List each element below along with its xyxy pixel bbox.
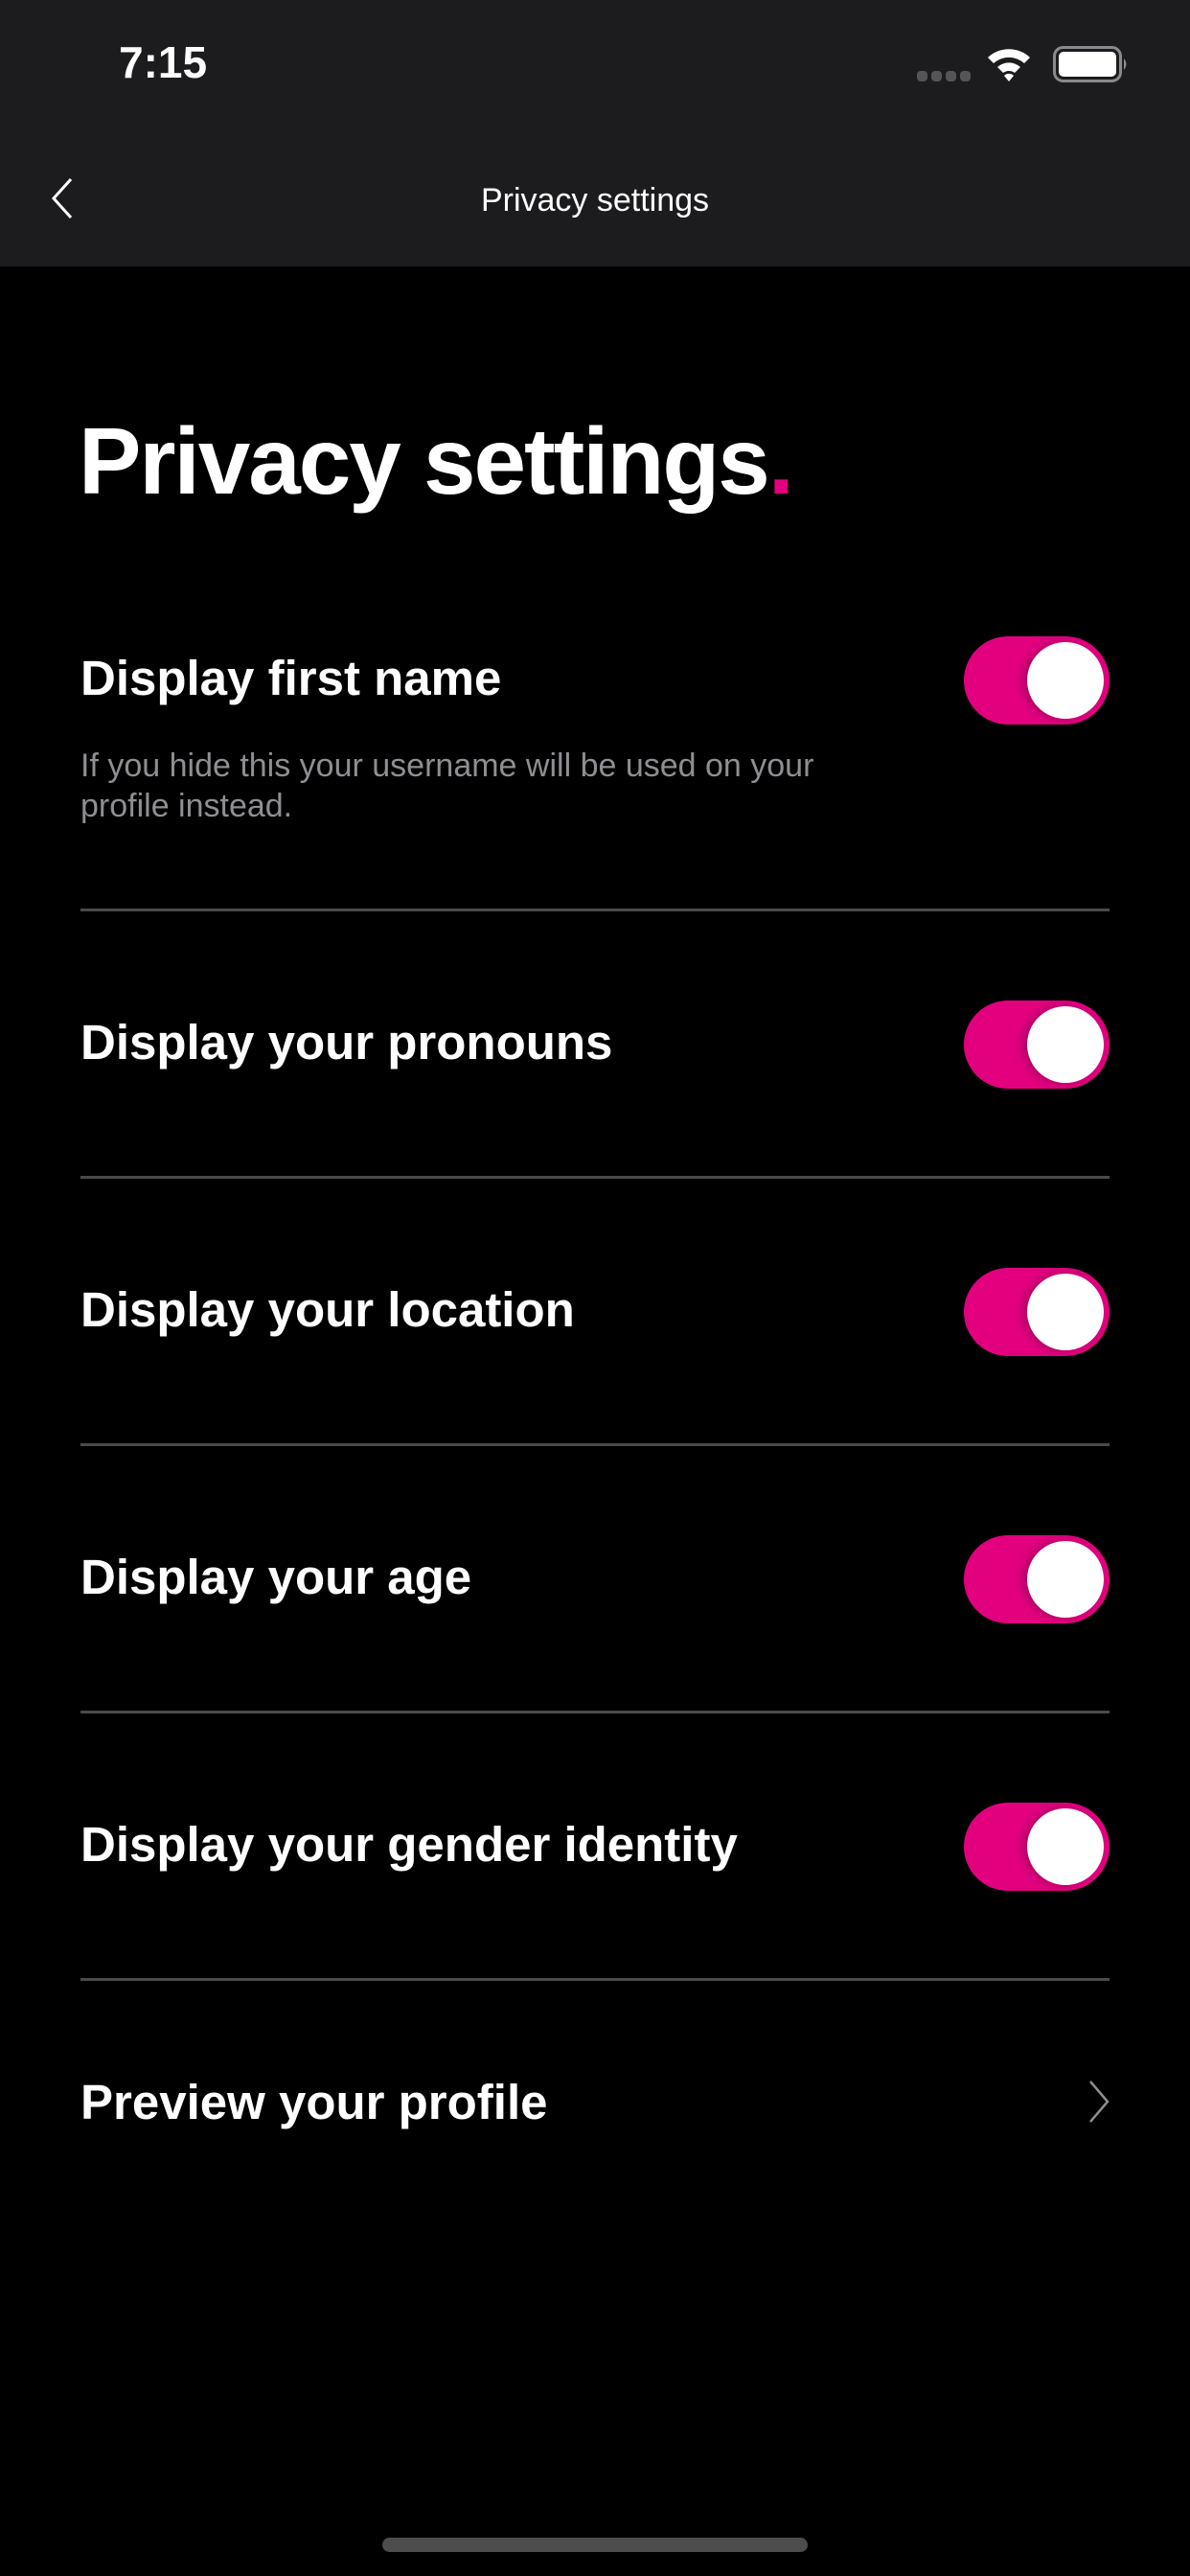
- setting-label: Display your age: [80, 1550, 472, 1604]
- divider: [80, 1176, 1110, 1179]
- nav-title: Privacy settings: [480, 182, 710, 218]
- preview-profile-row[interactable]: Preview your profile: [80, 2060, 1110, 2156]
- toggle-knob: [1027, 1006, 1104, 1083]
- toggle-display-location[interactable]: [964, 1268, 1110, 1356]
- setting-help-text: If you hide this your username will be u…: [80, 748, 814, 824]
- setting-row-gender-identity: Display your gender identity: [80, 1799, 1110, 1895]
- toggle-knob: [1027, 1808, 1104, 1885]
- status-time: 7:15: [119, 37, 208, 87]
- signal-dots-icon: [917, 71, 971, 81]
- battery-icon: [1053, 46, 1127, 82]
- home-indicator: [382, 2538, 808, 2552]
- setting-label: Display your pronouns: [80, 1015, 613, 1070]
- toggle-display-gender-identity[interactable]: [964, 1803, 1110, 1891]
- wifi-icon: [988, 49, 1030, 81]
- toggle-display-first-name[interactable]: [964, 636, 1110, 724]
- toggle-display-age[interactable]: [964, 1535, 1110, 1623]
- setting-row-location: Display your location: [80, 1264, 1110, 1360]
- toggle-knob: [1027, 1274, 1104, 1350]
- divider: [80, 1711, 1110, 1714]
- title-accent-dot: .: [767, 408, 794, 514]
- setting-row-pronouns: Display your pronouns: [80, 997, 1110, 1092]
- divider: [80, 1978, 1110, 1981]
- setting-label: Display first name: [80, 651, 502, 705]
- divider: [80, 1443, 1110, 1446]
- setting-row-first-name: Display first name If you hide this your…: [80, 632, 1110, 853]
- header: 7:15 Privacy settings: [0, 0, 1190, 266]
- setting-label: Display your location: [80, 1282, 575, 1337]
- divider: [80, 908, 1110, 911]
- setting-row-age: Display your age: [80, 1531, 1110, 1627]
- toggle-display-pronouns[interactable]: [964, 1000, 1110, 1089]
- toggle-knob: [1027, 642, 1104, 719]
- page-title: Privacy settings.: [79, 408, 794, 514]
- toggle-knob: [1027, 1541, 1104, 1618]
- preview-profile-label: Preview your profile: [80, 2075, 548, 2129]
- chevron-right-icon: [1089, 2081, 1110, 2123]
- setting-label: Display your gender identity: [80, 1817, 738, 1872]
